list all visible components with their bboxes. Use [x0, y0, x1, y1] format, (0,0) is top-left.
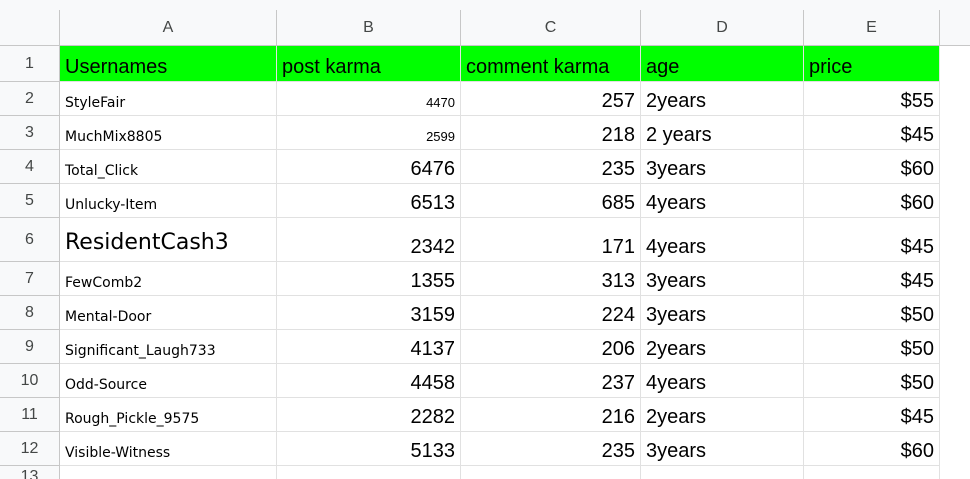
- cell-age[interactable]: 3years: [641, 432, 804, 466]
- row-header-11[interactable]: 11: [0, 398, 60, 432]
- cell-post-karma[interactable]: 5133: [277, 432, 461, 466]
- cell-price[interactable]: $60: [804, 184, 940, 218]
- cell-post-karma[interactable]: 4470: [277, 82, 461, 116]
- row-header-4[interactable]: 4: [0, 150, 60, 184]
- cell-username[interactable]: Rough_Pickle_9575: [60, 398, 277, 432]
- cell-age[interactable]: 2years: [641, 330, 804, 364]
- cell-age[interactable]: 3years: [641, 296, 804, 330]
- cell-username[interactable]: Visible-Witness: [60, 432, 277, 466]
- row-header-13[interactable]: 13: [0, 466, 60, 479]
- cell-username[interactable]: Total_Click: [60, 150, 277, 184]
- column-header-e[interactable]: E: [804, 10, 940, 46]
- cell-empty[interactable]: [277, 466, 461, 479]
- column-header-d[interactable]: D: [641, 10, 804, 46]
- cell-post-karma[interactable]: 2342: [277, 218, 461, 262]
- column-header-extra[interactable]: [940, 10, 970, 46]
- row-header-2[interactable]: 2: [0, 82, 60, 116]
- cell-username[interactable]: MuchMix8805: [60, 116, 277, 150]
- cell-comment-karma[interactable]: 171: [461, 218, 641, 262]
- cell-post-karma[interactable]: 6476: [277, 150, 461, 184]
- cell-comment-karma[interactable]: 257: [461, 82, 641, 116]
- cell-price[interactable]: $55: [804, 82, 940, 116]
- cell-price[interactable]: $50: [804, 364, 940, 398]
- cell-price[interactable]: $45: [804, 262, 940, 296]
- cell-age[interactable]: 2years: [641, 398, 804, 432]
- cell-post-karma[interactable]: 3159: [277, 296, 461, 330]
- row-header-12[interactable]: 12: [0, 432, 60, 466]
- cell-header-comment-karma[interactable]: comment karma: [461, 46, 641, 82]
- cell-age[interactable]: 4years: [641, 218, 804, 262]
- cell-username[interactable]: Odd-Source: [60, 364, 277, 398]
- cell-price[interactable]: $45: [804, 116, 940, 150]
- row-header-7[interactable]: 7: [0, 262, 60, 296]
- column-header-c[interactable]: C: [461, 10, 641, 46]
- cell-price[interactable]: $60: [804, 150, 940, 184]
- cell-price[interactable]: $50: [804, 330, 940, 364]
- cell-post-karma[interactable]: 1355: [277, 262, 461, 296]
- cell-comment-karma[interactable]: 216: [461, 398, 641, 432]
- cell-empty[interactable]: [641, 466, 804, 479]
- cell-comment-karma[interactable]: 235: [461, 432, 641, 466]
- row-header-10[interactable]: 10: [0, 364, 60, 398]
- cell-post-karma[interactable]: 4458: [277, 364, 461, 398]
- cell-username[interactable]: StyleFair: [60, 82, 277, 116]
- cell-comment-karma[interactable]: 206: [461, 330, 641, 364]
- cell-comment-karma[interactable]: 235: [461, 150, 641, 184]
- cell-age[interactable]: 2 years: [641, 116, 804, 150]
- cell-age[interactable]: 2years: [641, 82, 804, 116]
- cell-age[interactable]: 4years: [641, 364, 804, 398]
- spreadsheet-grid: A B C D E 1 2 3 4 5 6 7 8 9 10 11 12 13 …: [0, 0, 970, 479]
- column-header-a[interactable]: A: [60, 10, 277, 46]
- cell-comment-karma[interactable]: 685: [461, 184, 641, 218]
- cell-age[interactable]: 3years: [641, 262, 804, 296]
- cell-header-age[interactable]: age: [641, 46, 804, 82]
- cell-empty[interactable]: [461, 466, 641, 479]
- cell-username[interactable]: Mental-Door: [60, 296, 277, 330]
- cell-price[interactable]: $50: [804, 296, 940, 330]
- cell-empty[interactable]: [804, 466, 940, 479]
- cell-header-post-karma[interactable]: post karma: [277, 46, 461, 82]
- cell-username[interactable]: FewComb2: [60, 262, 277, 296]
- select-all-corner[interactable]: [0, 10, 60, 46]
- cell-comment-karma[interactable]: 224: [461, 296, 641, 330]
- cell-post-karma[interactable]: 2282: [277, 398, 461, 432]
- row-header-1[interactable]: 1: [0, 46, 60, 82]
- cell-price[interactable]: $45: [804, 398, 940, 432]
- row-header-3[interactable]: 3: [0, 116, 60, 150]
- cell-username[interactable]: Unlucky-Item: [60, 184, 277, 218]
- cell-price[interactable]: $60: [804, 432, 940, 466]
- cell-post-karma[interactable]: 6513: [277, 184, 461, 218]
- cell-username[interactable]: Significant_Laugh733: [60, 330, 277, 364]
- cell-post-karma[interactable]: 4137: [277, 330, 461, 364]
- row-header-6[interactable]: 6: [0, 218, 60, 262]
- cell-age[interactable]: 3years: [641, 150, 804, 184]
- row-header-9[interactable]: 9: [0, 330, 60, 364]
- cell-price[interactable]: $45: [804, 218, 940, 262]
- cell-username[interactable]: ResidentCash3: [60, 218, 277, 262]
- row-header-5[interactable]: 5: [0, 184, 60, 218]
- cell-empty[interactable]: [60, 466, 277, 479]
- cell-comment-karma[interactable]: 313: [461, 262, 641, 296]
- row-header-8[interactable]: 8: [0, 296, 60, 330]
- cell-comment-karma[interactable]: 237: [461, 364, 641, 398]
- column-header-b[interactable]: B: [277, 10, 461, 46]
- cell-post-karma[interactable]: 2599: [277, 116, 461, 150]
- cell-header-usernames[interactable]: Usernames: [60, 46, 277, 82]
- cell-age[interactable]: 4years: [641, 184, 804, 218]
- cell-comment-karma[interactable]: 218: [461, 116, 641, 150]
- cell-header-price[interactable]: price: [804, 46, 940, 82]
